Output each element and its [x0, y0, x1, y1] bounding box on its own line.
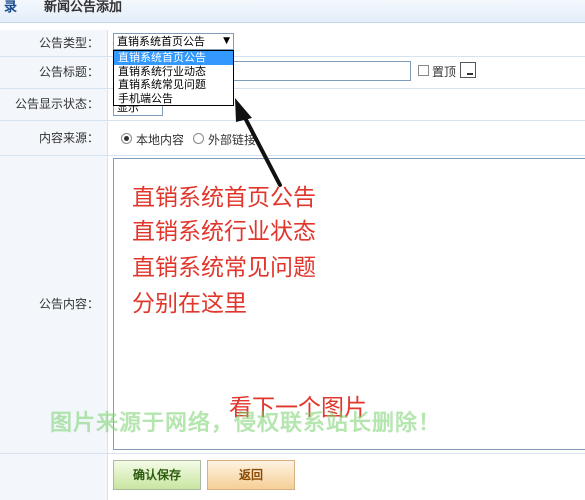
annotation-arrow-icon [235, 98, 282, 187]
